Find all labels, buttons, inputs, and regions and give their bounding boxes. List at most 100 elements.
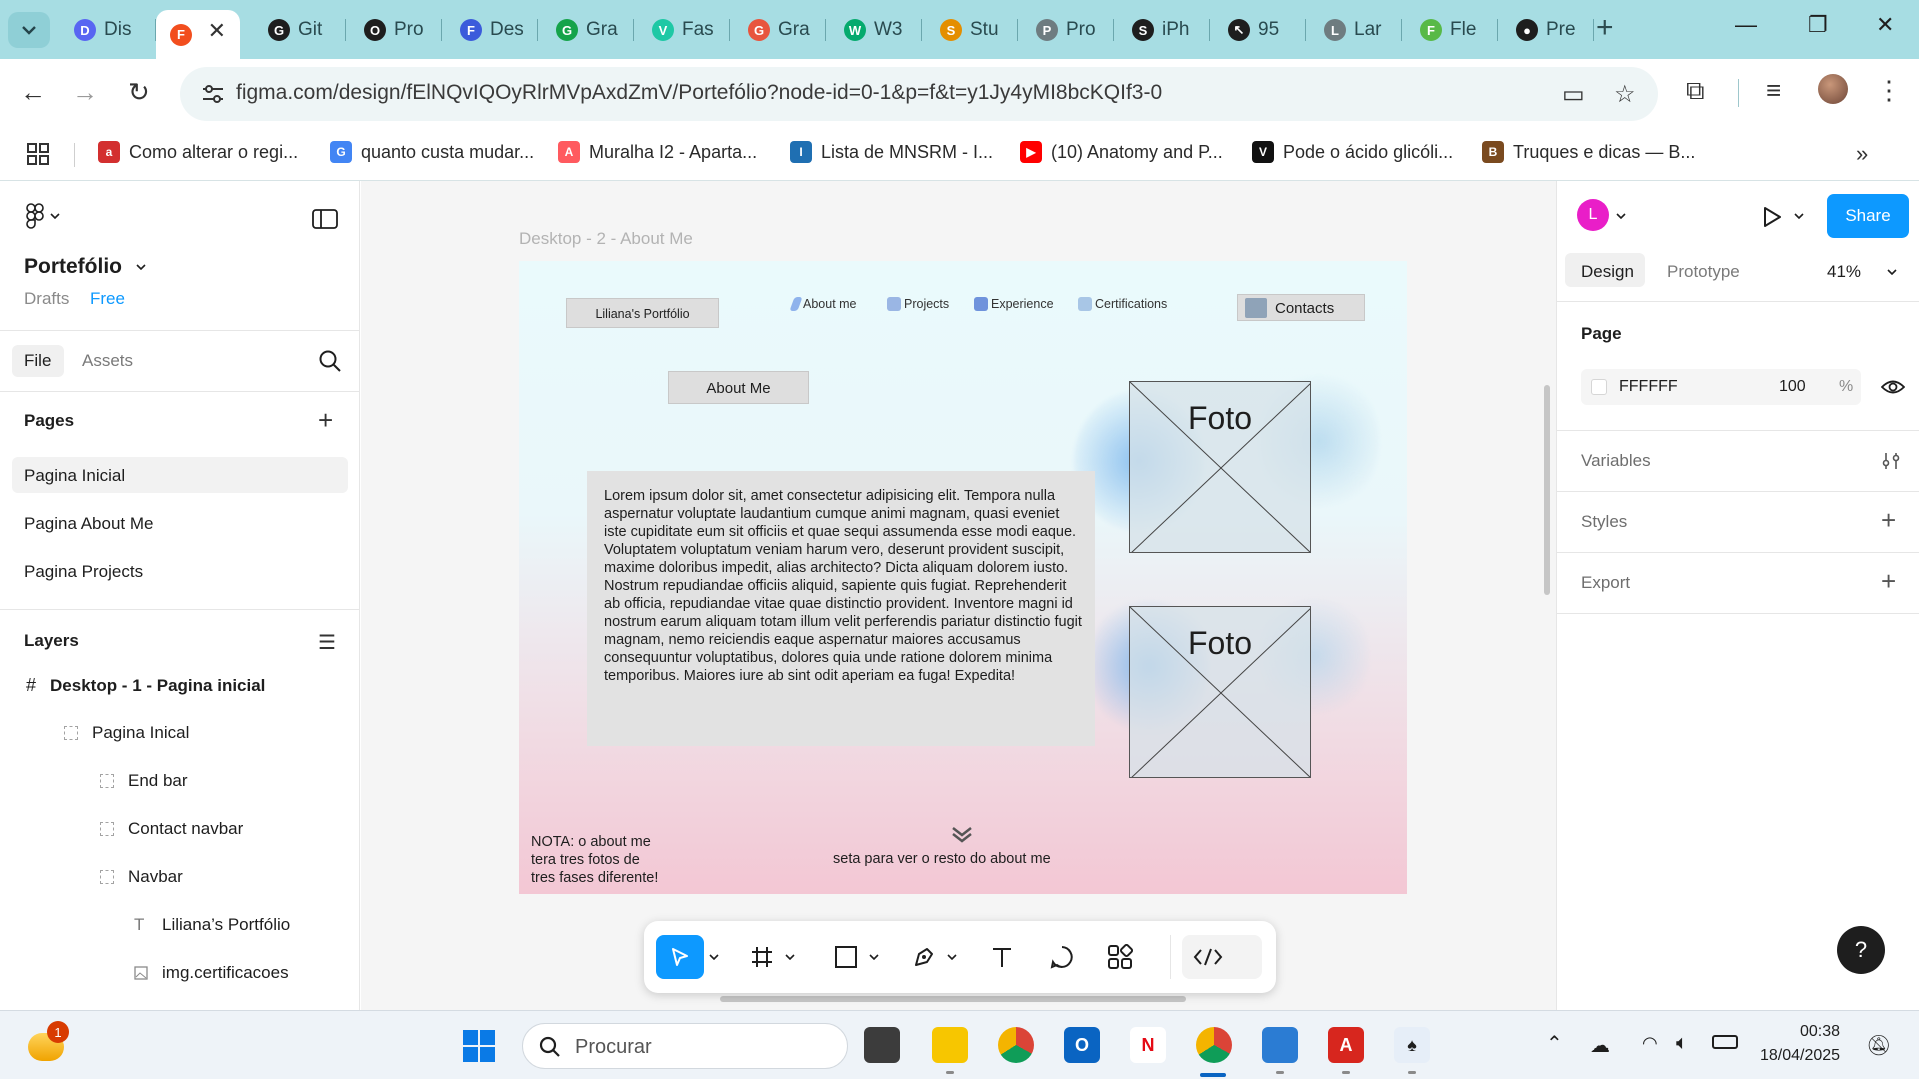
nav-about-me[interactable]: About me	[789, 297, 857, 311]
frame-name-label[interactable]: Desktop - 2 - About Me	[519, 229, 693, 249]
minimize-icon[interactable]: —	[1735, 12, 1757, 38]
browser-tab[interactable]: F ✕	[156, 10, 240, 59]
drafts-link[interactable]: Drafts	[24, 289, 69, 309]
move-tool-button[interactable]	[656, 935, 704, 979]
page-fill-hex[interactable]: FFFFFF	[1619, 378, 1678, 396]
bookmark-item[interactable]: I Lista de MNSRM - I...	[790, 141, 993, 163]
battery-icon[interactable]	[1712, 1035, 1738, 1049]
browser-tab[interactable]: O Pro	[350, 10, 442, 50]
reload-button[interactable]: ↻	[128, 77, 150, 108]
color-swatch[interactable]	[1591, 379, 1607, 395]
volume-icon[interactable]: 🔈︎	[1676, 1032, 1688, 1055]
browser-tab[interactable]: G Gra	[734, 10, 826, 50]
pen-tool-button[interactable]	[906, 935, 942, 979]
dev-mode-toggle[interactable]	[1182, 935, 1262, 979]
double-chevron-down-icon[interactable]	[951, 826, 973, 844]
styles-section[interactable]: Styles	[1581, 512, 1627, 532]
figma-main-menu[interactable]	[26, 203, 60, 229]
eye-icon[interactable]	[1881, 378, 1905, 396]
reading-list-icon[interactable]: ▭	[1562, 80, 1585, 109]
nav-experience[interactable]: Experience	[974, 297, 1054, 311]
tab-search-button[interactable]	[8, 12, 50, 48]
chrome-profile-icon[interactable]	[1196, 1027, 1232, 1063]
add-page-icon[interactable]: +	[318, 405, 333, 436]
shape-tool-button[interactable]	[828, 935, 864, 979]
nav-certifications[interactable]: Certifications	[1078, 297, 1167, 311]
notifications-bell-icon[interactable]: 🔕︎	[1866, 1033, 1891, 1058]
netflix-icon[interactable]: N	[1130, 1027, 1166, 1063]
sidebar-toggle-icon[interactable]	[312, 209, 338, 234]
browser-tab[interactable]: ↖ 95	[1214, 10, 1306, 50]
taskbar-search[interactable]: Procurar	[522, 1023, 848, 1069]
wifi-icon[interactable]: ◠	[1642, 1033, 1658, 1054]
browser-tab[interactable]: S Stu	[926, 10, 1018, 50]
page-item-pagina-inicial[interactable]: Pagina Inicial	[24, 466, 125, 486]
outlook-icon[interactable]: O	[1064, 1027, 1100, 1063]
layer-row[interactable]: img.certificacoes	[134, 963, 289, 983]
about-text-box[interactable]: Lorem ipsum dolor sit, amet consectetur …	[587, 471, 1095, 746]
chevron-down-icon[interactable]	[1794, 213, 1804, 219]
add-export-icon[interactable]: +	[1881, 566, 1896, 597]
more-bookmarks-icon[interactable]: »	[1856, 141, 1868, 167]
clock-time[interactable]: 00:38	[1760, 1023, 1840, 1041]
present-play-icon[interactable]	[1762, 206, 1782, 228]
extensions-icon[interactable]: ⧉	[1686, 75, 1705, 107]
search-icon[interactable]	[318, 349, 342, 378]
address-bar[interactable]: figma.com/design/fElNQvIQOyRlrMVpAxdZmV/…	[180, 67, 1658, 121]
actions-button[interactable]	[1102, 935, 1138, 979]
frame-tool-button[interactable]	[744, 935, 780, 979]
add-style-icon[interactable]: +	[1881, 505, 1896, 536]
figma-canvas[interactable]: Desktop - 2 - About Me Liliana's Portfól…	[361, 181, 1556, 1010]
browser-tab[interactable]: G Gra	[542, 10, 634, 50]
chevron-down-icon[interactable]	[1616, 213, 1626, 219]
restore-icon[interactable]: ❐	[1808, 12, 1828, 38]
chevron-down-icon[interactable]	[706, 935, 722, 979]
browser-tab[interactable]: P Pro	[1022, 10, 1114, 50]
desktop-frame-about-me[interactable]: Liliana's Portfólio About me Projects Ex…	[519, 261, 1407, 894]
site-settings-icon[interactable]	[200, 81, 226, 107]
bookmark-item[interactable]: B Truques e dicas — B...	[1482, 141, 1695, 163]
menu-kebab-icon[interactable]: ⋮	[1876, 75, 1902, 106]
export-section[interactable]: Export	[1581, 573, 1630, 593]
tab-assets[interactable]: Assets	[82, 351, 133, 371]
bookmark-item[interactable]: V Pode o ácido glicóli...	[1252, 141, 1453, 163]
browser-tab[interactable]: ● Pre	[1502, 10, 1594, 50]
tab-design[interactable]: Design	[1581, 262, 1634, 282]
notepad-icon[interactable]	[1262, 1027, 1298, 1063]
chevron-down-icon[interactable]	[782, 935, 798, 979]
user-avatar[interactable]: L	[1577, 199, 1609, 231]
browser-tab[interactable]: V Fas	[638, 10, 730, 50]
chevron-down-icon[interactable]	[866, 935, 882, 979]
plan-badge[interactable]: Free	[90, 289, 125, 309]
layer-row[interactable]: End bar	[100, 771, 188, 791]
browser-tab[interactable]: SiPh	[1118, 10, 1210, 50]
layer-row[interactable]: Pagina Inical	[64, 723, 189, 743]
tab-prototype[interactable]: Prototype	[1667, 262, 1740, 282]
share-button[interactable]: Share	[1827, 194, 1909, 238]
clock-date[interactable]: 18/04/2025	[1760, 1047, 1840, 1065]
tray-overflow-icon[interactable]: ⌃	[1546, 1031, 1563, 1056]
start-button[interactable]	[462, 1029, 496, 1068]
bookmark-item[interactable]: ▶ (10) Anatomy and P...	[1020, 141, 1223, 163]
bookmark-item[interactable]: A Muralha I2 - Aparta...	[558, 141, 757, 163]
photo-placeholder-1[interactable]: Foto	[1129, 381, 1311, 553]
apps-grid-icon[interactable]	[26, 142, 50, 171]
chrome-icon[interactable]	[998, 1027, 1034, 1063]
help-button[interactable]: ?	[1837, 926, 1885, 974]
chevron-down-icon[interactable]	[944, 935, 960, 979]
browser-tab[interactable]: G Git	[254, 10, 346, 50]
browser-tab[interactable]: F Fle	[1406, 10, 1498, 50]
vertical-scrollbar[interactable]	[1544, 385, 1550, 595]
file-name-menu[interactable]: Portefólio	[24, 255, 146, 279]
file-explorer-icon[interactable]	[932, 1027, 968, 1063]
layer-row[interactable]: Navbar	[100, 867, 183, 887]
profile-avatar[interactable]	[1818, 74, 1848, 104]
onedrive-icon[interactable]: ☁	[1590, 1033, 1610, 1058]
browser-tab[interactable]: W W3	[830, 10, 922, 50]
collapse-layers-icon[interactable]: ☰	[318, 630, 336, 655]
new-tab-button[interactable]: +	[1596, 12, 1614, 44]
chevron-down-icon[interactable]	[1887, 269, 1897, 275]
browser-tab[interactable]: D Dis	[60, 10, 156, 50]
media-control-icon[interactable]: ≡	[1766, 75, 1781, 106]
comment-tool-button[interactable]	[1044, 935, 1080, 979]
